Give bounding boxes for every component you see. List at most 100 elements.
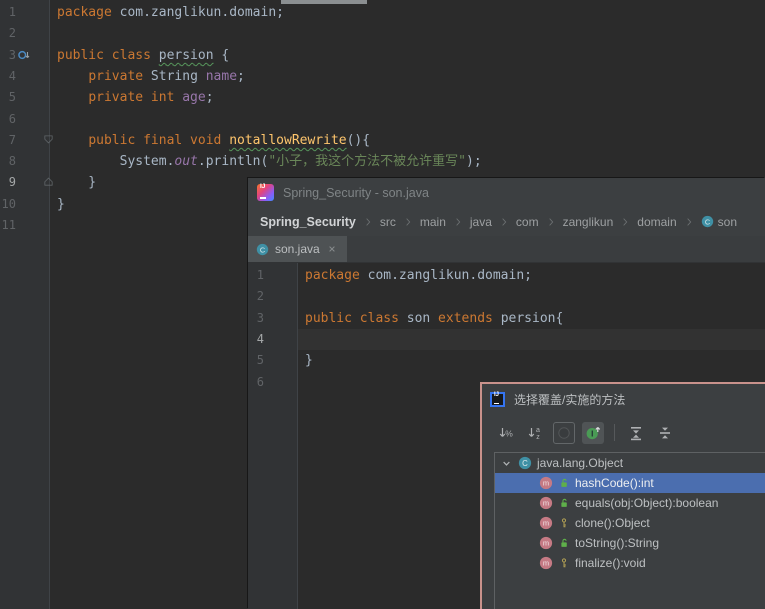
protected-icon <box>558 557 570 569</box>
method-icon: m <box>539 556 553 570</box>
expand-arrow-icon[interactable] <box>500 457 513 470</box>
code-line[interactable]: } <box>305 350 313 371</box>
method-icon: m <box>539 476 553 490</box>
method-icon: m <box>539 496 553 510</box>
method-row[interactable]: m equals(obj:Object):boolean <box>495 493 765 513</box>
method-signature: toString():String <box>575 536 659 550</box>
line-number: 3 <box>248 311 264 326</box>
code-token: age <box>182 90 205 105</box>
tab-son-java[interactable]: C son.java <box>248 236 347 262</box>
breadcrumb-label: main <box>420 215 446 229</box>
current-line-highlight <box>298 329 765 350</box>
method-row[interactable]: m finalize():void <box>495 553 765 573</box>
collapse-all-button[interactable] <box>654 422 676 444</box>
son-java-editor-gutter: 123456 <box>248 263 298 609</box>
breadcrumb-item-spring_security[interactable]: Spring_Security <box>260 215 356 229</box>
breadcrumb-item-java[interactable]: java <box>470 215 492 229</box>
override-methods-dialog: IJ 选择覆盖/实施的方法 % az I Cjava.lang.Object m has… <box>480 382 765 609</box>
code-token: .println( <box>198 154 268 169</box>
chevron-icon <box>619 216 631 228</box>
code-token: ; <box>206 90 214 105</box>
breadcrumb: Spring_Security src main java com zanglikun do… <box>248 207 765 236</box>
method-row[interactable]: mclone():Object <box>495 513 765 533</box>
svg-text:C: C <box>705 217 710 226</box>
app-window-icon: IJ <box>490 392 505 407</box>
line-number: 10 <box>0 197 16 212</box>
code-line[interactable]: package com.zanglikun.domain; <box>305 265 532 286</box>
breadcrumb-label: domain <box>637 215 676 229</box>
breadcrumb-label: son <box>718 215 737 229</box>
code-line[interactable]: public class son extends persion{ <box>305 308 563 329</box>
collapse-all-icon <box>657 425 673 441</box>
code-line[interactable]: private String name; <box>57 66 245 87</box>
sort-alphabetically-button[interactable]: az <box>524 422 546 444</box>
code-line[interactable]: private int age; <box>57 87 214 108</box>
svg-text:z: z <box>536 434 540 441</box>
fold-region-end-icon[interactable] <box>42 175 55 188</box>
svg-text:C: C <box>260 245 265 254</box>
insert-override-toggle[interactable]: I <box>582 422 604 444</box>
code-token <box>57 90 88 105</box>
tree-row-java-lang-object[interactable]: Cjava.lang.Object <box>495 453 765 473</box>
insert-override-icon: I <box>585 425 601 441</box>
code-line[interactable]: } <box>57 194 65 215</box>
code-token: notallowRewrite <box>229 133 346 148</box>
close-icon[interactable] <box>326 243 338 255</box>
breadcrumb-item-src[interactable]: src <box>380 215 396 229</box>
code-line[interactable]: public final void notallowRewrite(){ <box>57 130 370 151</box>
svg-text:I: I <box>591 429 593 438</box>
public-icon <box>558 497 570 509</box>
class-icon: C <box>701 215 714 228</box>
breadcrumb-item-domain[interactable]: domain <box>637 215 676 229</box>
breadcrumb-item-son[interactable]: Cson <box>701 215 737 229</box>
breadcrumb-label: java <box>470 215 492 229</box>
code-line[interactable]: } <box>57 172 96 193</box>
overridden-marker-icon[interactable] <box>17 48 31 62</box>
svg-text:a: a <box>536 427 540 434</box>
breadcrumb-item-com[interactable]: com <box>516 215 539 229</box>
code-token: com.zanglikun.domain; <box>360 268 532 283</box>
method-signature: hashCode():int <box>575 476 654 490</box>
expand-all-button[interactable] <box>625 422 647 444</box>
code-token: } <box>305 353 313 368</box>
fold-region-start-icon[interactable] <box>42 133 55 146</box>
method-list-panel: Cjava.lang.Object m hashCode():int m equals(… <box>494 452 765 609</box>
code-token: } <box>57 175 96 190</box>
code-token: out <box>174 154 197 169</box>
editor-tab-bar: C son.java <box>248 236 765 263</box>
line-number: 5 <box>0 90 16 105</box>
copy-javadoc-toggle[interactable] <box>553 422 575 444</box>
tab-label: son.java <box>275 242 320 256</box>
code-token: private int <box>88 90 182 105</box>
line-number: 2 <box>248 289 264 304</box>
code-line[interactable]: package com.zanglikun.domain; <box>57 2 284 23</box>
svg-text:C: C <box>522 459 528 468</box>
line-number: 2 <box>0 26 16 41</box>
code-line[interactable]: System.out.println("小子，我这个方法不被允许重写"); <box>57 151 482 172</box>
line-number: 5 <box>248 353 264 368</box>
dialog-titlebar[interactable]: IJ 选择覆盖/实施的方法 <box>482 384 765 414</box>
method-row[interactable]: m toString():String <box>495 533 765 553</box>
svg-text:m: m <box>543 499 549 508</box>
svg-text:m: m <box>543 519 549 528</box>
code-line[interactable]: public class persion { <box>57 45 229 66</box>
method-row[interactable]: m hashCode():int <box>495 473 765 493</box>
method-signature: finalize():void <box>575 556 646 570</box>
chevron-icon <box>362 216 374 228</box>
dialog-toolbar: % az I <box>482 414 765 451</box>
method-icon: m <box>539 536 553 550</box>
line-number: 8 <box>0 154 16 169</box>
chevron-icon <box>683 216 695 228</box>
top-window-edge-strip <box>281 0 367 4</box>
code-token: public final void <box>88 133 229 148</box>
public-icon <box>558 537 570 549</box>
line-number: 6 <box>248 375 264 390</box>
sort-by-percent-button[interactable]: % <box>495 422 517 444</box>
chevron-icon <box>545 216 557 228</box>
method-signature: equals(obj:Object):boolean <box>575 496 718 510</box>
breadcrumb-item-main[interactable]: main <box>420 215 446 229</box>
breadcrumb-item-zanglikun[interactable]: zanglikun <box>563 215 614 229</box>
son-java-window-titlebar[interactable]: IJ Spring_Security - son.java <box>248 178 765 207</box>
code-token: persion{ <box>501 311 564 326</box>
protected-icon <box>558 517 570 529</box>
